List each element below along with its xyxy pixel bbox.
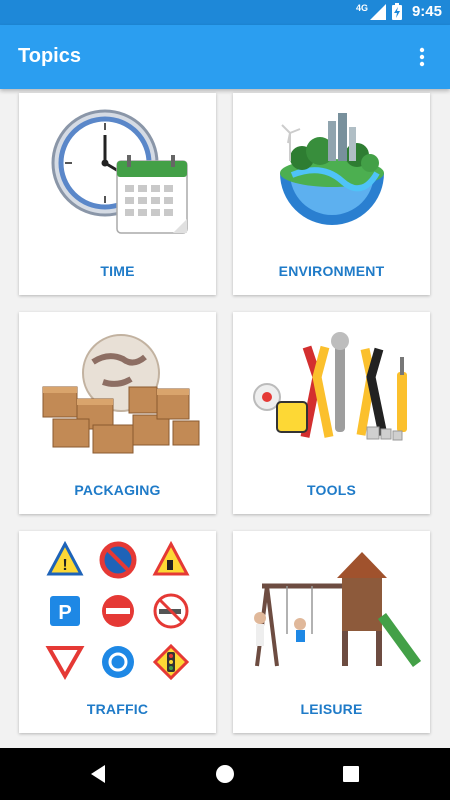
green-earth-image: [233, 93, 430, 253]
topic-card-packaging[interactable]: PACKAGING: [19, 312, 216, 514]
status-bar: 4G 9:45: [0, 0, 450, 25]
overflow-menu-button[interactable]: [404, 39, 440, 75]
topic-label: PACKAGING: [74, 482, 161, 498]
system-nav-bar: [0, 748, 450, 800]
topic-card-environment[interactable]: ENVIRONMENT: [233, 93, 430, 295]
traffic-signs-image: ! P: [19, 531, 216, 691]
battery-charging-icon: [391, 3, 402, 20]
recents-icon: [343, 766, 359, 782]
back-icon: [91, 765, 105, 783]
hand-tools-image: [233, 312, 430, 472]
home-button[interactable]: [211, 760, 239, 788]
clock-calendar-image: [19, 93, 216, 253]
svg-text:P: P: [58, 602, 71, 624]
topic-label: TRAFFIC: [86, 701, 149, 717]
topic-card-tools[interactable]: TOOLS: [233, 312, 430, 514]
topic-label: TOOLS: [307, 482, 356, 498]
status-icons: 4G 9:45: [356, 3, 442, 20]
clock: 9:45: [411, 3, 442, 20]
topic-card-traffic[interactable]: ! P TRAFFIC: [19, 531, 216, 733]
swing-set-image: [233, 531, 430, 691]
topic-card-time[interactable]: TIME: [19, 93, 216, 295]
app-bar: Topics: [0, 25, 450, 89]
signal-icon: [369, 3, 386, 20]
network-type: 4G: [355, 2, 368, 13]
topic-card-leisure[interactable]: LEISURE: [233, 531, 430, 733]
page-title: Topics: [18, 45, 81, 67]
home-icon: [216, 765, 234, 783]
svg-text:!: !: [62, 557, 67, 574]
topic-label: LEISURE: [300, 701, 363, 717]
more-vert-icon: [419, 47, 425, 67]
topic-label: ENVIRONMENT: [278, 263, 385, 279]
back-button[interactable]: [84, 760, 112, 788]
topic-label: TIME: [100, 263, 135, 279]
boxes-globe-image: [19, 312, 216, 472]
recents-button[interactable]: [337, 760, 365, 788]
topics-grid: TIME ENVIRONMENT PACKAGING TOOLS ! P TRA…: [19, 93, 431, 733]
